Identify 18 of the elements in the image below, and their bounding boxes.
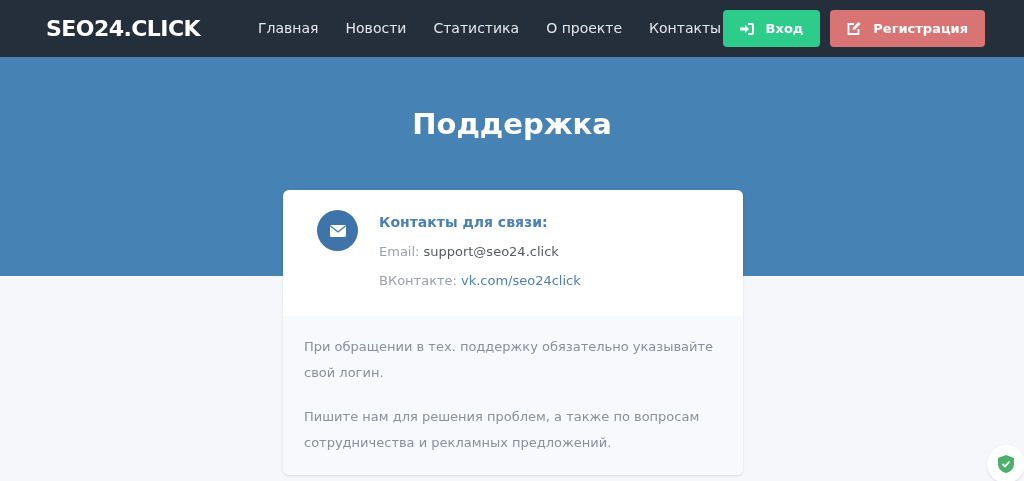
contacts-heading: Контакты для связи: — [379, 213, 549, 232]
shield-check-icon[interactable] — [987, 445, 1024, 481]
envelope-icon — [317, 210, 358, 251]
nav-link[interactable]: Статистика — [433, 18, 520, 39]
contact-label: Email: — [379, 243, 420, 261]
site-logo[interactable]: SEO24.CLICK — [46, 12, 201, 45]
nav-link[interactable]: О проекте — [546, 18, 623, 39]
nav-link[interactable]: Главная — [258, 18, 319, 39]
page-title: Поддержка — [412, 106, 612, 143]
nav-link[interactable]: Новости — [345, 18, 407, 39]
edit-icon — [847, 22, 862, 35]
contact-value: support@seo24.click — [423, 243, 559, 261]
sign-in-icon — [739, 22, 754, 35]
nav-link[interactable]: Контакты — [649, 18, 722, 39]
contact-link[interactable]: vk.com/seo24click — [460, 270, 581, 292]
contact-label: ВКонтакте: — [379, 272, 457, 290]
support-note: При обращении в тех. поддержку обязательно указывайте свой логин. — [304, 338, 715, 382]
support-note: Пишите нам для решения проблем, а также по вопросам сотрудничества и рекламных предложений. — [304, 408, 701, 452]
